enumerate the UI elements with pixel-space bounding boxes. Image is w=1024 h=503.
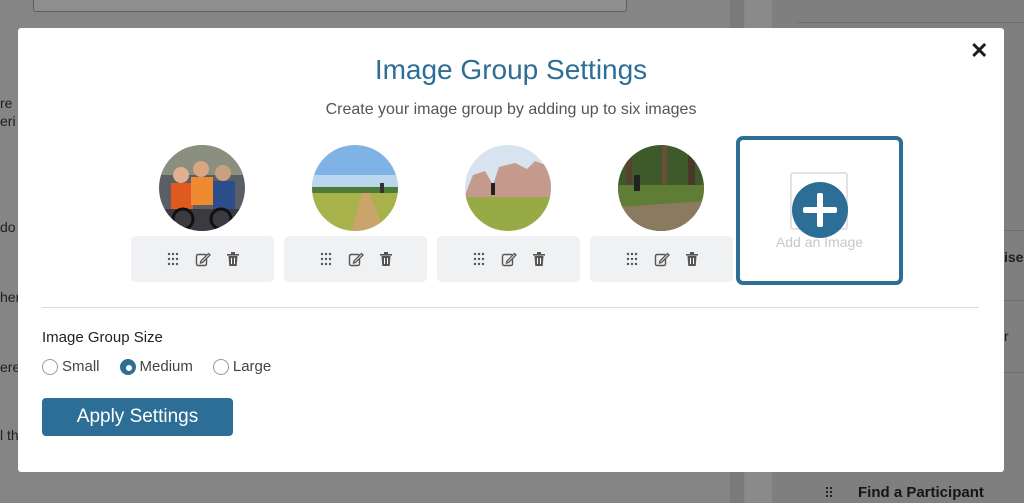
size-option-label: Large [232, 358, 272, 375]
trash-icon[interactable] [225, 251, 241, 267]
size-option-small[interactable]: Small [42, 358, 100, 375]
plus-icon [792, 182, 848, 238]
add-image-label: Add an Image [775, 234, 864, 250]
image-thumbnail [618, 145, 704, 231]
drag-handle-icon[interactable] [165, 251, 181, 267]
trash-icon[interactable] [684, 251, 700, 267]
modal-title: Image Group Settings [374, 54, 648, 85]
radio-small[interactable] [42, 358, 58, 375]
image-thumbnail [312, 145, 398, 231]
image-thumbnail [159, 145, 245, 231]
image-list: Add an Image [131, 136, 903, 290]
background-text: do [0, 219, 16, 235]
size-option-large[interactable]: Large [212, 358, 272, 375]
background-drag-icon [826, 487, 834, 499]
background-text: eri [0, 113, 16, 129]
image-toolbar [131, 236, 274, 282]
size-option-label: Medium [139, 358, 193, 375]
size-option-medium[interactable]: Medium [119, 358, 193, 375]
radio-large[interactable] [212, 358, 229, 375]
background-text: l th [0, 427, 19, 443]
image-thumbnail [465, 145, 551, 231]
background-sidebar-rule [798, 22, 1024, 23]
apply-settings-button[interactable]: Apply Settings [42, 398, 233, 436]
edit-icon[interactable] [195, 251, 211, 267]
background-sidebar-title: Find a Participant [858, 484, 984, 501]
edit-icon[interactable] [654, 251, 670, 267]
modal-subtitle: Create your image group by adding up to … [325, 101, 697, 118]
image-group-settings-modal: ✕ Image Group Settings Create your image… [18, 28, 1004, 472]
image-group-size-options: Small Medium Large [42, 358, 271, 375]
trash-icon[interactable] [378, 251, 394, 267]
add-image-button[interactable]: Add an Image [736, 136, 903, 285]
radio-medium[interactable] [119, 358, 136, 375]
trash-icon[interactable] [531, 251, 547, 267]
size-option-label: Small [62, 358, 100, 375]
drag-handle-icon[interactable] [624, 251, 640, 267]
image-toolbar [437, 236, 580, 282]
drag-handle-icon[interactable] [318, 251, 334, 267]
background-text: ise [1004, 249, 1024, 265]
background-text: r [1004, 328, 1009, 344]
image-group-size-label: Image Group Size [42, 329, 163, 346]
drag-handle-icon[interactable] [471, 251, 487, 267]
image-toolbar [284, 236, 427, 282]
edit-icon[interactable] [501, 251, 517, 267]
edit-icon[interactable] [348, 251, 364, 267]
background-text: re [0, 95, 13, 111]
image-toolbar [590, 236, 733, 282]
background-input [33, 0, 627, 12]
divider [42, 307, 979, 308]
